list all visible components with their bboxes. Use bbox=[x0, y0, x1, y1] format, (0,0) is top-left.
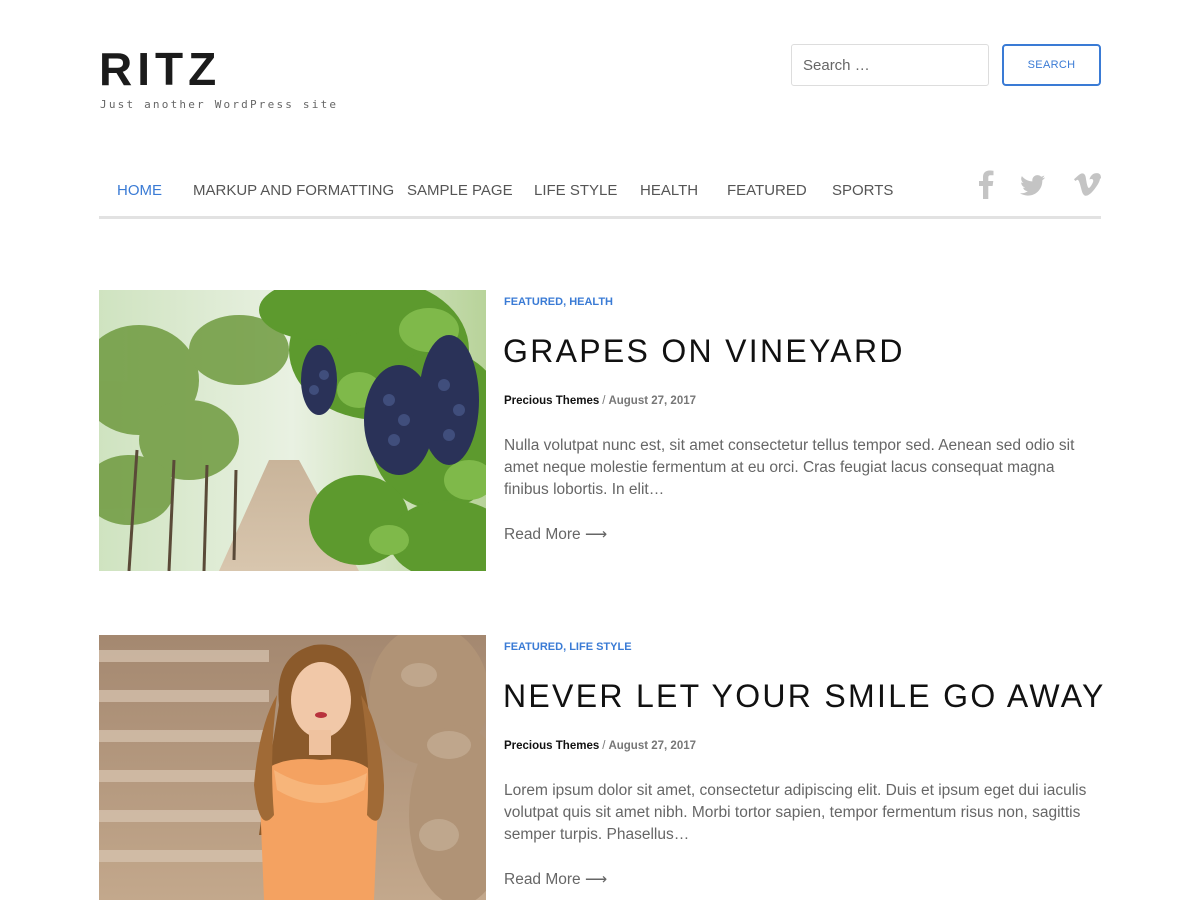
facebook-icon[interactable] bbox=[975, 169, 997, 199]
post-excerpt: Nulla volutpat nunc est, sit amet consec… bbox=[504, 437, 1075, 498]
search-button[interactable]: Search bbox=[1002, 44, 1101, 86]
read-more-link[interactable]: Read More ⟶ bbox=[504, 525, 607, 544]
post-author[interactable]: Precious Themes bbox=[504, 740, 599, 752]
search-input[interactable] bbox=[791, 44, 989, 86]
nav-item-markup-and-formatting[interactable]: MARKUP AND FORMATTING bbox=[193, 182, 394, 199]
nav-item-home[interactable]: HOME bbox=[117, 182, 162, 199]
post-meta: Precious Themes / August 27, 2017 bbox=[504, 395, 697, 407]
post-thumbnail-grapes[interactable] bbox=[99, 290, 486, 571]
site-title[interactable]: RITZ bbox=[99, 42, 221, 96]
site-tagline: Just another WordPress site bbox=[100, 98, 339, 111]
post-author[interactable]: Precious Themes bbox=[504, 395, 599, 407]
post-thumbnail-smile[interactable] bbox=[99, 635, 486, 900]
post-title[interactable]: GRAPES ON VINEYARD bbox=[503, 331, 905, 371]
post-date[interactable]: August 27, 2017 bbox=[608, 740, 696, 752]
vimeo-icon[interactable] bbox=[1072, 169, 1102, 199]
post-excerpt: Lorem ipsum dolor sit amet, consectetur … bbox=[504, 782, 1087, 843]
category-link[interactable]: HEALTH bbox=[569, 296, 613, 308]
nav-item-sports[interactable]: SPORTS bbox=[832, 182, 893, 199]
nav-item-life-style[interactable]: LIFE STYLE bbox=[534, 182, 617, 199]
nav-item-sample-page[interactable]: SAMPLE PAGE bbox=[407, 182, 513, 199]
post-meta: Precious Themes / August 27, 2017 bbox=[504, 740, 697, 752]
read-more-link[interactable]: Read More ⟶ bbox=[504, 870, 607, 889]
post-categories: FEATURED, LIFE STYLE bbox=[504, 641, 632, 653]
nav-item-featured[interactable]: FEATURED bbox=[727, 182, 807, 199]
main-navigation: HOME MARKUP AND FORMATTING SAMPLE PAGE L… bbox=[99, 164, 1102, 219]
nav-item-health[interactable]: HEALTH bbox=[640, 182, 698, 199]
category-link[interactable]: FEATURED bbox=[504, 296, 563, 308]
category-link[interactable]: FEATURED bbox=[504, 641, 563, 653]
post-date[interactable]: August 27, 2017 bbox=[608, 395, 696, 407]
post-title[interactable]: NEVER LET YOUR SMILE GO AWAY bbox=[503, 676, 1106, 716]
category-link[interactable]: LIFE STYLE bbox=[569, 641, 631, 653]
twitter-icon[interactable] bbox=[1019, 169, 1047, 199]
post-categories: FEATURED, HEALTH bbox=[504, 296, 613, 308]
